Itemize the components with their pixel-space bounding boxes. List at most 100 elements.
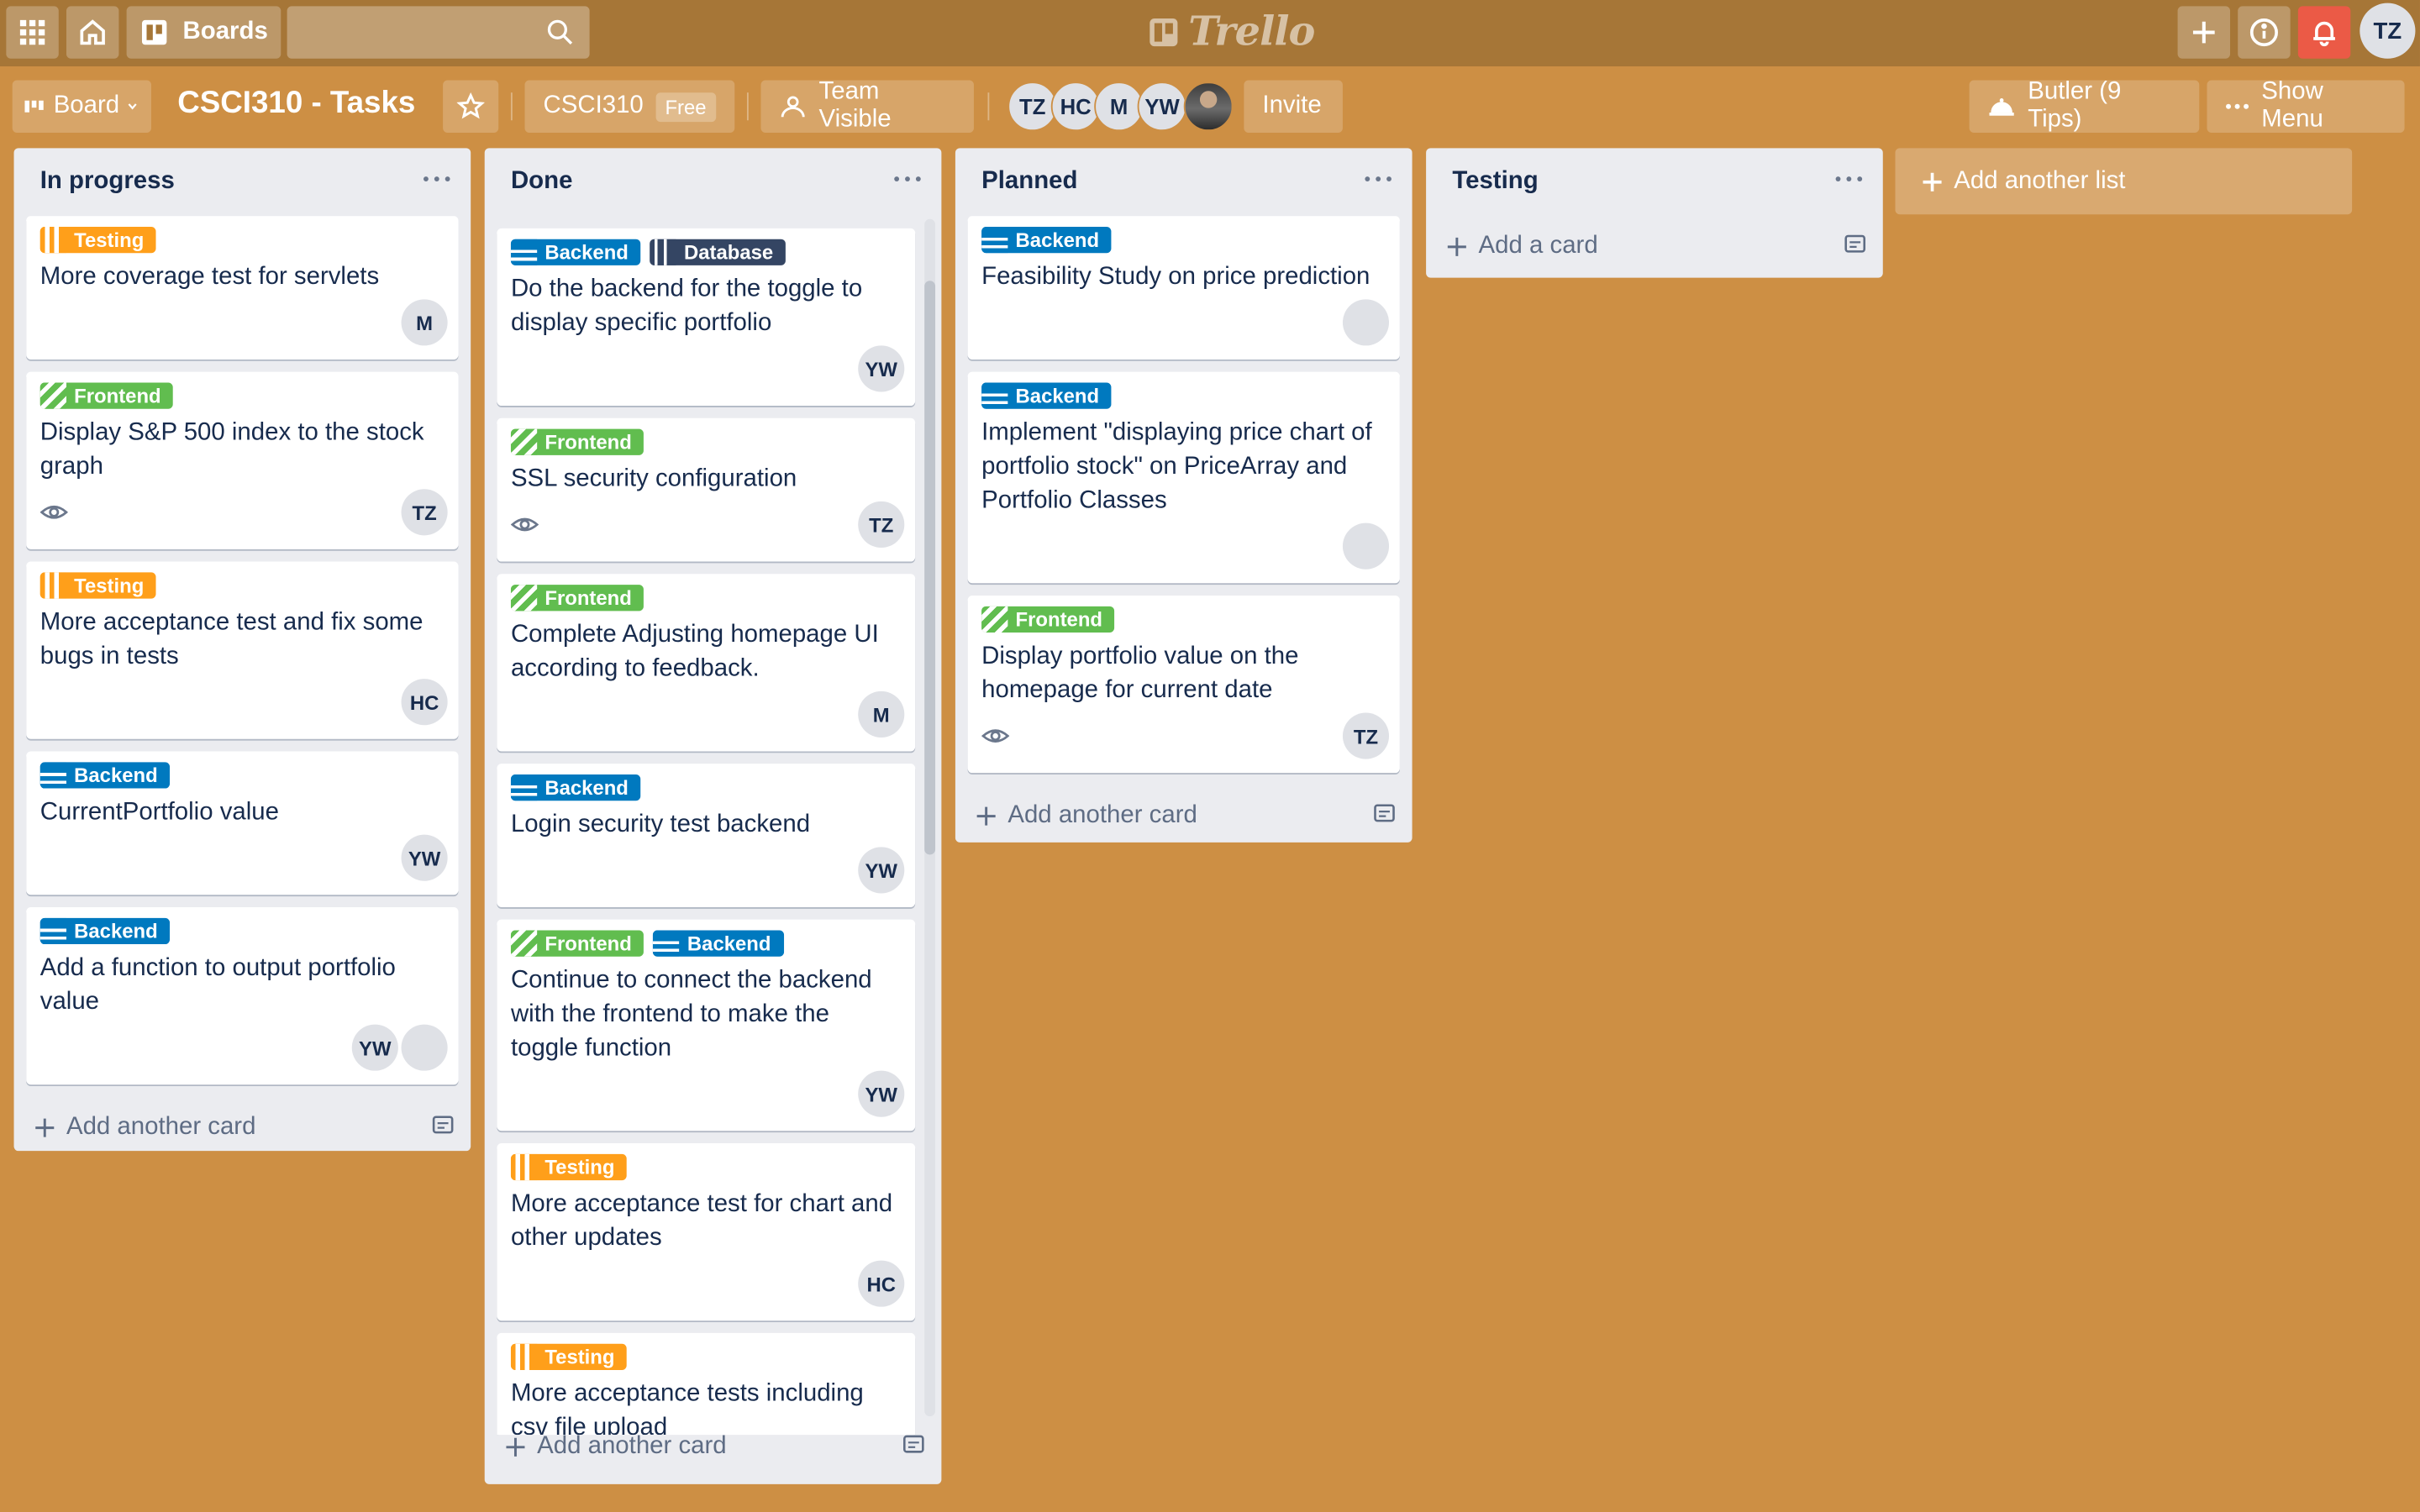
list-menu-button[interactable] — [1833, 163, 1865, 202]
visibility-button[interactable]: Team Visible — [760, 79, 974, 133]
list-scrollbar[interactable] — [924, 218, 936, 1417]
member-avatar[interactable]: TZ — [401, 489, 448, 536]
member-photo-avatar[interactable] — [1342, 522, 1390, 570]
board-member-photo-avatar[interactable] — [1183, 81, 1234, 132]
card-footer — [981, 297, 1390, 347]
label-frontend[interactable]: Frontend — [510, 585, 644, 612]
add-list-button[interactable]: Add another list — [1895, 148, 2353, 215]
label-database[interactable]: Database — [650, 239, 786, 265]
board-title[interactable]: CSCI310 - Tasks — [177, 87, 415, 122]
list-title[interactable]: Done — [511, 168, 572, 196]
home-button[interactable] — [66, 6, 119, 59]
more-icon — [1835, 176, 1863, 181]
add-card-button[interactable]: Add another card — [955, 785, 1413, 847]
member-avatar[interactable]: M — [858, 690, 905, 738]
task-card[interactable]: Backend Implement "displaying price chart… — [967, 371, 1400, 584]
label-backend[interactable]: Backend — [981, 382, 1112, 409]
add-card-button[interactable]: Add another card — [485, 1416, 942, 1478]
label-frontend[interactable]: Frontend — [510, 428, 644, 455]
search-input[interactable] — [287, 6, 590, 59]
task-card[interactable]: Frontend Backend Continue to connect the b… — [497, 919, 916, 1131]
label-frontend[interactable]: Frontend — [510, 930, 644, 957]
trello-logo[interactable]: Trello — [1149, 9, 1315, 55]
list-title[interactable]: In progress — [40, 168, 175, 196]
task-card[interactable]: Backend Feasibility Study on price predic… — [967, 216, 1400, 360]
member-photo-avatar[interactable] — [401, 1024, 448, 1071]
label-backend[interactable]: Backend — [39, 917, 171, 945]
member-avatar[interactable]: YW — [858, 847, 905, 894]
apps-grid-button[interactable] — [6, 6, 59, 59]
member-avatar[interactable]: TZ — [1342, 712, 1390, 759]
task-card[interactable]: Frontend Complete Adjusting homepage UI a… — [497, 574, 916, 752]
invite-button[interactable]: Invite — [1244, 80, 1343, 133]
create-button[interactable] — [2177, 6, 2231, 59]
bell-icon — [2313, 21, 2335, 47]
task-card[interactable]: Backend Database Do the backend for the to… — [497, 228, 916, 407]
card-members: YW — [351, 1024, 448, 1071]
member-avatar[interactable]: M — [401, 299, 448, 346]
label-pattern — [510, 774, 538, 801]
board-member-avatar[interactable]: M — [1094, 81, 1144, 132]
label-pattern — [653, 930, 680, 957]
label-backend[interactable]: Backend — [510, 774, 641, 801]
card-footer: TZ — [510, 500, 905, 549]
card-template-button[interactable] — [430, 1111, 455, 1144]
task-card[interactable]: Frontend Display portfolio value on the h… — [967, 595, 1400, 774]
add-card-button[interactable]: Add a card — [1426, 216, 1883, 277]
label-testing[interactable]: Testing — [39, 226, 156, 254]
butler-button[interactable]: Butler (9 Tips) — [1969, 79, 2200, 133]
add-card-link[interactable]: Add another card — [503, 1433, 727, 1461]
card-footer: TZ — [39, 487, 448, 537]
task-card[interactable]: Frontend SSL security configuration TZ — [497, 417, 916, 562]
notifications-button[interactable] — [2297, 6, 2351, 59]
member-avatar[interactable]: YW — [858, 1070, 905, 1117]
info-button[interactable] — [2238, 6, 2291, 59]
label-backend[interactable]: Backend — [510, 239, 641, 265]
list-menu-button[interactable] — [421, 163, 452, 202]
task-card[interactable]: Testing More acceptance test for chart an… — [497, 1142, 916, 1321]
member-avatar[interactable]: HC — [401, 679, 448, 726]
show-menu-button[interactable]: Show Menu — [2207, 79, 2405, 133]
task-card[interactable]: Backend Login security test backend YW — [497, 764, 916, 907]
star-board-button[interactable] — [443, 80, 499, 133]
task-card[interactable]: Backend Add a function to output portfoli… — [26, 906, 459, 1085]
member-avatar[interactable]: YW — [401, 834, 448, 881]
card-template-button[interactable] — [1372, 800, 1397, 832]
label-testing[interactable]: Testing — [510, 1343, 628, 1370]
card-labels: Frontend — [981, 606, 1386, 633]
team-button[interactable]: CSCI310 Free — [524, 80, 735, 133]
label-frontend[interactable]: Frontend — [981, 606, 1115, 633]
task-card[interactable]: Frontend Display S&P 500 index to the sto… — [26, 371, 459, 549]
add-card-link[interactable]: Add another card — [974, 802, 1197, 830]
task-card[interactable]: Backend CurrentPortfolio value YW — [26, 751, 459, 895]
board-member-avatar[interactable]: YW — [1137, 81, 1187, 132]
add-card-link[interactable]: Add a card — [1444, 233, 1598, 260]
member-avatar[interactable]: YW — [351, 1024, 398, 1071]
task-card[interactable]: Testing More acceptance test and fix some… — [26, 561, 459, 739]
member-avatar[interactable]: YW — [858, 345, 905, 392]
label-testing[interactable]: Testing — [510, 1153, 628, 1181]
label-backend[interactable]: Backend — [981, 226, 1112, 254]
member-photo-avatar[interactable] — [1342, 299, 1390, 346]
board-view-switcher[interactable]: Board — [12, 80, 151, 133]
label-testing[interactable]: Testing — [39, 572, 156, 599]
member-avatar[interactable]: HC — [858, 1260, 905, 1307]
task-card[interactable]: Testing More coverage test for servlets M — [26, 216, 459, 360]
list-title[interactable]: Planned — [981, 168, 1077, 196]
add-card-button[interactable]: Add another card — [14, 1097, 471, 1158]
board-member-avatar[interactable]: HC — [1050, 81, 1101, 132]
boards-button[interactable]: Boards — [126, 6, 281, 59]
card-template-button[interactable] — [902, 1431, 926, 1464]
card-template-button[interactable] — [1843, 231, 1867, 264]
label-frontend[interactable]: Frontend — [39, 382, 174, 409]
add-card-link[interactable]: Add another card — [33, 1114, 255, 1142]
board-member-avatar[interactable]: TZ — [1007, 81, 1058, 132]
list-title[interactable]: Testing — [1452, 168, 1538, 196]
list-scrollbar-thumb[interactable] — [924, 281, 936, 855]
user-avatar[interactable]: TZ — [2360, 3, 2416, 59]
member-avatar[interactable]: TZ — [858, 501, 905, 549]
list-menu-button[interactable] — [892, 163, 923, 202]
label-backend[interactable]: Backend — [653, 930, 784, 957]
list-menu-button[interactable] — [1363, 163, 1394, 202]
label-backend[interactable]: Backend — [39, 762, 171, 789]
